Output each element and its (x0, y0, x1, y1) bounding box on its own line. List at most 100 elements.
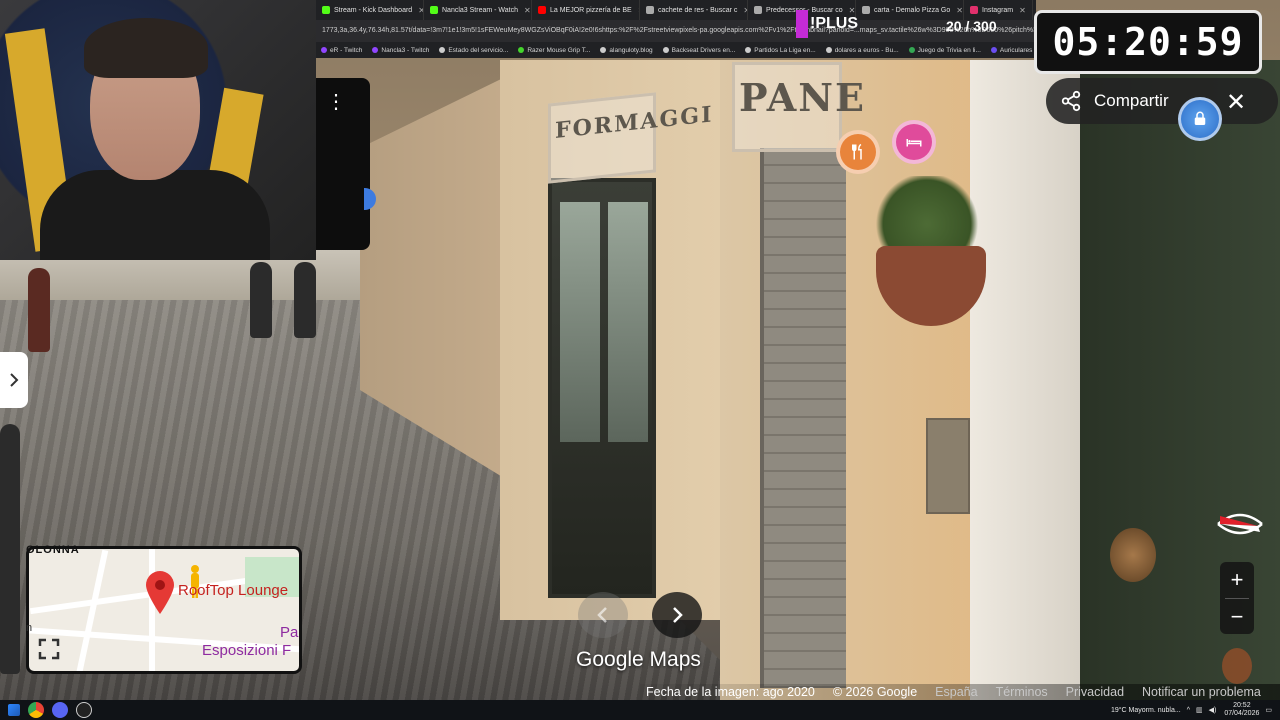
bookmark-item[interactable]: Auriculares Philips l... (986, 47, 1036, 54)
share-icon (1061, 90, 1081, 112)
zoom-control: + − (1220, 562, 1254, 634)
tab-close-icon[interactable]: ✕ (524, 6, 531, 15)
bookmark-item[interactable]: dolares a euros - Bu... (821, 47, 904, 54)
tab-favicon-icon (430, 6, 438, 14)
browser-tab[interactable]: Stream - Kick Dashboard✕ (316, 0, 424, 20)
tab-label: La MEJOR pizzería de BE (550, 6, 632, 14)
window-pane (560, 202, 600, 442)
pedestrian (0, 424, 20, 674)
tab-favicon-icon (862, 6, 870, 14)
clock-date: 07/04/2026 (1224, 710, 1260, 717)
bookmark-favicon-icon (600, 47, 607, 53)
chevron-up-icon[interactable]: ^ (1187, 707, 1190, 714)
bookmark-favicon-icon (990, 47, 997, 53)
bookmark-item[interactable]: Razer Mouse Grip T... (513, 47, 595, 54)
minimap-label-top: OLONNA (26, 544, 80, 556)
restaurant-poi-button[interactable] (836, 130, 880, 174)
bookmark-label: alanguloty.blog (609, 46, 653, 54)
close-icon[interactable]: ✕ (1226, 88, 1246, 117)
zoom-in-button[interactable]: + (1220, 562, 1254, 598)
plus-badge-bar (796, 10, 808, 38)
plus-badge: !PLUS (796, 10, 858, 38)
copyright: © 2026 Google (832, 685, 918, 699)
discord-icon[interactable] (52, 702, 68, 718)
obs-icon[interactable] (76, 702, 92, 718)
tab-favicon-icon (646, 6, 654, 14)
weather-status[interactable]: 19°C Mayorm. nubla... (1111, 707, 1181, 714)
report-problem-link[interactable]: Notificar un problema (1142, 685, 1261, 699)
country-link[interactable]: España (935, 685, 977, 699)
tab-label: Stream - Kick Dashboard (334, 6, 413, 14)
tab-close-icon[interactable]: ✕ (956, 6, 963, 15)
tab-label: Instagram (982, 6, 1014, 14)
door-knocker (1110, 528, 1156, 582)
tab-favicon-icon (322, 6, 330, 14)
hotel-poi-button[interactable] (892, 120, 936, 164)
more-vert-icon[interactable]: ⋮ (326, 92, 346, 112)
windows-start-icon[interactable] (8, 704, 20, 716)
bookmark-label: Estado del servicio... (448, 46, 509, 54)
pegman-button[interactable] (1222, 648, 1252, 684)
pedestrian (250, 262, 272, 338)
bookmark-favicon-icon (825, 47, 832, 53)
bookmark-label: eR - Twitch (330, 46, 363, 54)
chrome-icon[interactable] (28, 702, 44, 718)
shop-sign-pane: PANE (732, 62, 864, 152)
bookmark-favicon-icon (439, 47, 446, 53)
clock[interactable]: 20:52 07/04/2026 (1224, 702, 1259, 718)
terms-link[interactable]: Términos (996, 685, 1048, 699)
fork-knife-icon (852, 143, 862, 160)
tab-label: cachete de res - Buscar c (658, 6, 738, 14)
browser-tab-bar: Stream - Kick Dashboard✕Nancla3 Stream -… (316, 0, 1036, 20)
tab-label: carta - Demalo Pizza Go (874, 6, 951, 14)
bookmark-label: dolares a euros - Bu... (834, 46, 899, 54)
overflow-menu-panel[interactable]: ⋮ (316, 78, 370, 250)
minimap-place-label: Esposizioni F (202, 642, 292, 659)
street-view-footer: Fecha de la imagen: ago 2020 © 2026 Goog… (640, 684, 1280, 700)
tab-close-icon[interactable]: ✕ (1019, 6, 1026, 15)
browser-tab[interactable]: La MEJOR pizzería de BE✕ (532, 0, 640, 20)
window-pane (608, 202, 648, 442)
network-icon[interactable]: ▥ (1196, 706, 1203, 714)
pedestrian (28, 268, 50, 352)
bookmark-item[interactable]: Nancla3 - Twitch (367, 47, 434, 54)
tab-favicon-icon (538, 6, 546, 14)
clock-time: 20:52 (1233, 702, 1251, 709)
bookmark-item[interactable]: Backseat Drivers en... (658, 47, 741, 54)
bookmark-item[interactable]: alanguloty.blog (595, 47, 657, 54)
minimap-corner-label: n (26, 622, 33, 634)
fullscreen-button[interactable] (34, 634, 64, 664)
bookmark-item[interactable]: Partidos La Liga en... (740, 47, 820, 54)
browser-tab[interactable]: carta - Demalo Pizza Go ✕ (856, 0, 964, 20)
bookmark-item[interactable]: Estado del servicio... (434, 47, 513, 54)
os-taskbar: 19°C Mayorm. nubla... ^ ▥ ◀) 20:52 07/04… (0, 700, 1280, 720)
stone-pillar (970, 60, 1080, 700)
plant (872, 176, 982, 256)
browser-tab[interactable]: Nancla3 Stream - Watch ✕ (424, 0, 532, 20)
navigate-forward-button[interactable] (652, 592, 702, 638)
navigate-back-button[interactable] (578, 592, 628, 638)
bookmark-item[interactable]: eR - Twitch (316, 47, 367, 54)
chevron-right-icon (673, 607, 683, 623)
bookmark-favicon-icon (908, 47, 915, 53)
expand-side-panel-button[interactable] (0, 352, 28, 408)
compass-icon[interactable] (1212, 496, 1268, 552)
privacy-link[interactable]: Privacidad (1066, 685, 1124, 699)
zoom-out-button[interactable]: − (1220, 599, 1254, 635)
chevron-right-icon (10, 373, 19, 387)
notification-icon[interactable]: ▭ (1265, 706, 1272, 714)
volume-icon[interactable]: ◀) (1209, 706, 1217, 714)
shop-sign-formaggi: FORMAGGI (548, 92, 713, 184)
intercom-panel (926, 418, 970, 514)
browser-tab[interactable]: Instagram ✕ (964, 0, 1033, 20)
streamer-shirt (40, 170, 270, 260)
bookmark-favicon-icon (518, 47, 525, 53)
stream-timer: 05:20:59 (1034, 10, 1262, 74)
lock-icon (1194, 111, 1206, 125)
browser-tab[interactable]: cachete de res - Buscar c✕ (640, 0, 748, 20)
address-bar[interactable]: 1773,3a,36.4y,76.34h,81.57t/data=!3m7!1e… (316, 20, 1036, 42)
bookmark-favicon-icon (745, 47, 752, 53)
bookmark-label: Juego de Trivia en li... (917, 46, 981, 54)
user-location-button[interactable] (1178, 97, 1222, 141)
bookmark-item[interactable]: Juego de Trivia en li... (904, 47, 986, 54)
